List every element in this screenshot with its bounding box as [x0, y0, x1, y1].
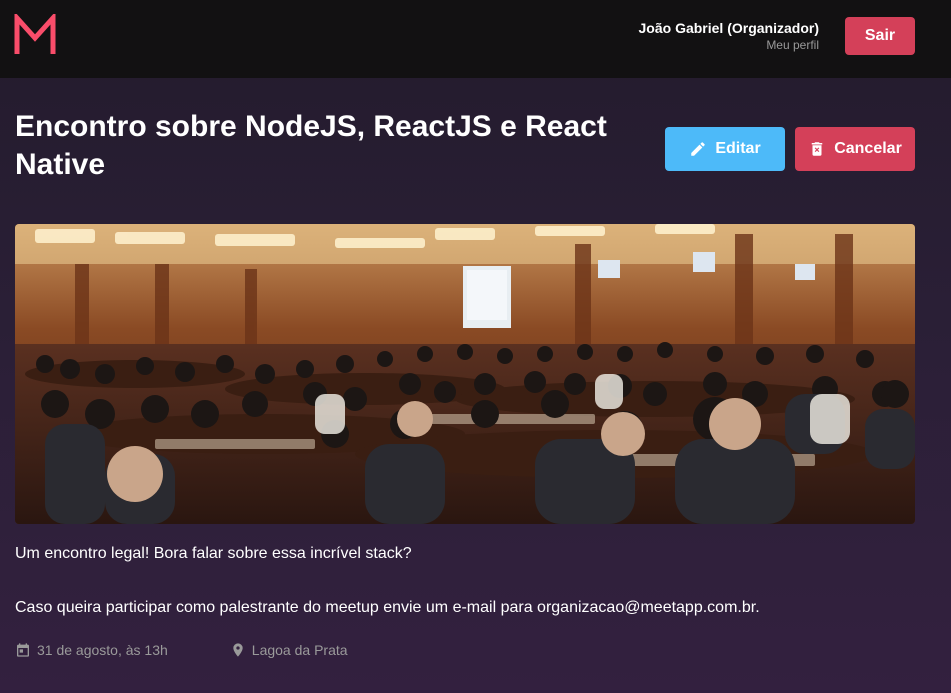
description-paragraph: Caso queira participar como palestrante … [15, 599, 760, 616]
user-info: João Gabriel (Organizador) Meu perfil [639, 20, 819, 53]
trash-icon [811, 142, 823, 156]
pencil-icon [691, 142, 706, 156]
profile-link[interactable]: Meu perfil [639, 38, 819, 53]
edit-button-label: Editar [715, 140, 761, 157]
map-pin-icon [233, 643, 243, 657]
meetup-meta: 31 de agosto, às 13h Lagoa da Prata [15, 642, 348, 658]
meetup-title: Encontro sobre NodeJS, ReactJS e React N… [15, 110, 607, 181]
description-paragraph: Um encontro legal! Bora falar sobre essa… [15, 545, 412, 562]
conference-hall-image [15, 224, 915, 524]
cancel-button-label: Cancelar [834, 140, 902, 157]
meetup-description: Um encontro legal! Bora falar sobre essa… [15, 543, 935, 619]
meetup-location: Lagoa da Prata [230, 642, 348, 658]
logout-button[interactable]: Sair [845, 17, 915, 55]
meetup-location-text: Lagoa da Prata [251, 642, 348, 658]
edit-button[interactable]: Editar [665, 127, 785, 171]
meetup-date-text: 31 de agosto, às 13h [37, 642, 168, 658]
user-name: João Gabriel (Organizador) [638, 20, 819, 36]
meetup-date: 31 de agosto, às 13h [15, 642, 168, 658]
calendar-icon [17, 643, 29, 657]
top-header: João Gabriel (Organizador) Meu perfil Sa… [0, 0, 951, 78]
cancel-button[interactable]: Cancelar [795, 127, 915, 171]
meetapp-logo[interactable] [14, 14, 56, 56]
meetup-banner [15, 224, 915, 524]
